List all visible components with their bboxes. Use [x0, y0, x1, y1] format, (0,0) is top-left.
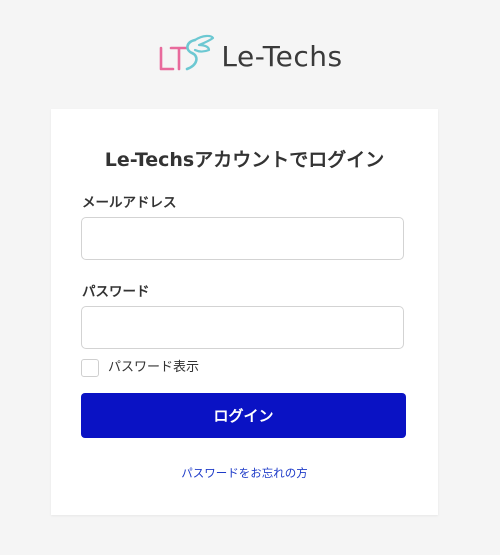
login-button[interactable]: ログイン [81, 393, 406, 438]
le-techs-logo-icon [160, 34, 215, 71]
header: Le-Techs [0, 28, 500, 84]
login-card: Le-Techsアカウントでログイン メールアドレス パスワード パスワード表示… [51, 109, 438, 515]
email-input[interactable] [81, 217, 404, 260]
brand-name: Le-Techs [221, 39, 343, 73]
email-label: メールアドレス [82, 195, 177, 211]
page-title: Le-Techsアカウントでログイン [104, 149, 385, 171]
show-password-checkbox[interactable] [81, 359, 99, 377]
forgot-password-link[interactable]: パスワードをお忘れの方 [51, 465, 438, 481]
password-input[interactable] [81, 306, 404, 349]
password-label: パスワード [82, 284, 150, 300]
show-password-label: パスワード表示 [108, 360, 200, 375]
